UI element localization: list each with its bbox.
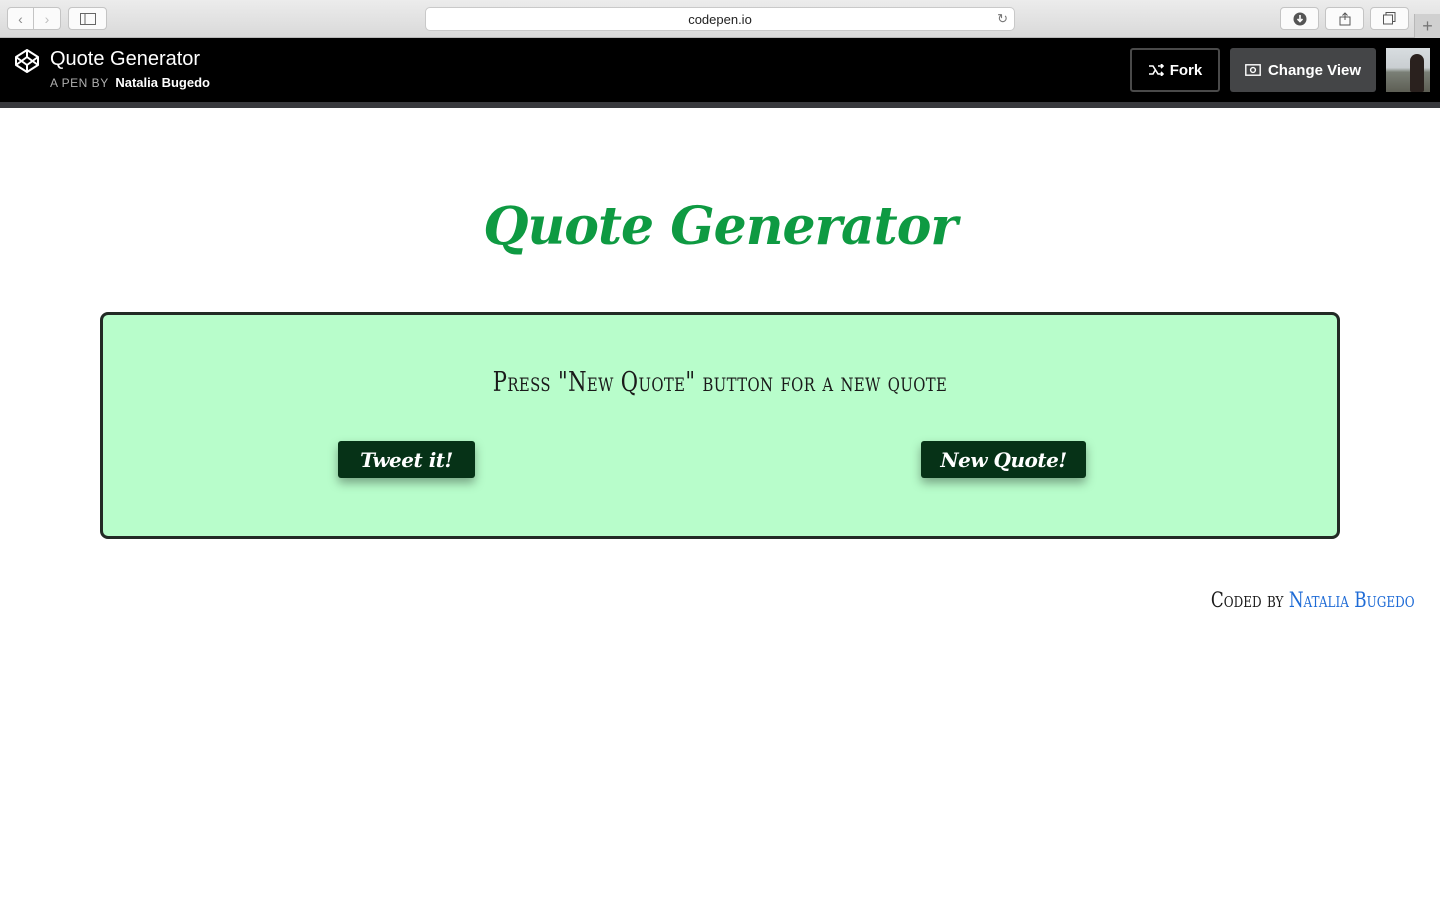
user-avatar[interactable] [1386, 48, 1430, 92]
toolbar-right [1280, 7, 1409, 30]
codepen-header: Quote Generator A PEN BY Natalia Bugedo … [0, 38, 1440, 102]
avatar-figure [1410, 54, 1424, 92]
fork-button[interactable]: Fork [1130, 48, 1220, 92]
pen-byline: A PEN BY Natalia Bugedo [50, 75, 210, 90]
forward-button[interactable]: › [34, 7, 61, 30]
chevron-left-icon: ‹ [18, 10, 23, 27]
pen-title[interactable]: Quote Generator [50, 48, 200, 71]
author-link[interactable]: Natalia Bugedo [1289, 588, 1415, 612]
change-view-icon [1245, 64, 1261, 76]
quote-box: Press "New Quote" button for a new quote… [100, 312, 1340, 539]
new-quote-button[interactable]: New Quote! [921, 441, 1086, 478]
share-icon [1339, 11, 1350, 25]
fork-label: Fork [1169, 61, 1203, 79]
fork-icon [1148, 64, 1164, 76]
coded-by-label: Coded by [1210, 588, 1284, 612]
url-text: codepen.io [688, 11, 752, 27]
share-button[interactable] [1325, 7, 1364, 30]
address-bar[interactable]: codepen.io ↻ [425, 7, 1015, 31]
quote-text: Press "New Quote" button for a new quote [492, 367, 948, 398]
back-button[interactable]: ‹ [7, 7, 34, 30]
sidebar-toggle-button[interactable] [68, 7, 107, 30]
tweet-button[interactable]: Tweet it! [338, 441, 475, 478]
footer-credit: Coded by Natalia Bugedo [1160, 588, 1415, 612]
plus-icon: + [1422, 15, 1433, 36]
footer-credit-text: Coded by Natalia Bugedo [1211, 588, 1415, 612]
new-tab-button[interactable]: + [1414, 14, 1440, 38]
pen-author-link[interactable]: Natalia Bugedo [115, 75, 210, 90]
chevron-right-icon: › [44, 10, 50, 27]
pen-by-label: A PEN BY [50, 76, 109, 90]
sidebar-icon [79, 12, 96, 25]
tabs-icon [1383, 12, 1396, 25]
download-icon [1293, 12, 1306, 25]
header-divider [0, 102, 1440, 108]
change-view-label: Change View [1267, 61, 1362, 79]
page-title: Quote Generator [483, 196, 958, 257]
browser-toolbar: ‹ › codepen.io ↻ + [0, 0, 1440, 38]
codepen-logo-icon[interactable] [14, 48, 40, 74]
downloads-button[interactable] [1280, 7, 1319, 30]
change-view-button[interactable]: Change View [1230, 48, 1376, 92]
nav-buttons: ‹ › [7, 7, 61, 30]
tabs-overview-button[interactable] [1370, 7, 1409, 30]
reload-icon[interactable]: ↻ [997, 11, 1008, 27]
